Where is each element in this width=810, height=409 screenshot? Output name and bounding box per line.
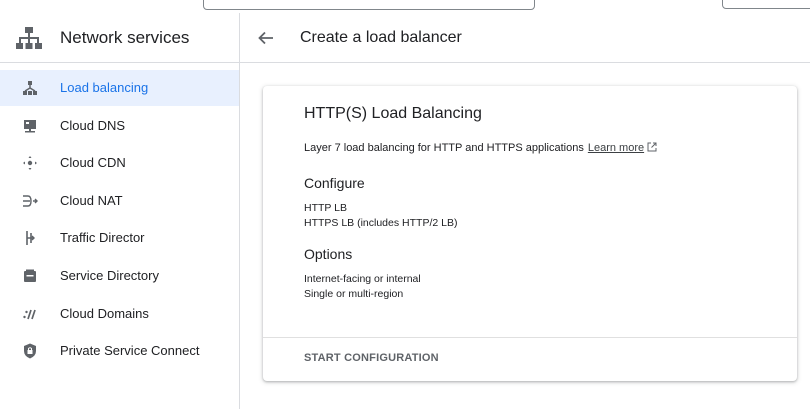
traffic-director-icon: [26, 231, 35, 246]
project-selector[interactable]: [722, 0, 810, 9]
search-input[interactable]: [203, 0, 535, 10]
cloud-cdn-icon: [23, 156, 37, 171]
cloud-dns-icon: [24, 119, 36, 133]
sidebar-item-label: Cloud DNS: [60, 117, 126, 133]
back-arrow-icon[interactable]: [257, 29, 275, 47]
sidebar-item-cloud-cdn[interactable]: Cloud CDN: [0, 145, 239, 181]
sidebar-nav: Load balancing Cloud DNS Cloud CDN Cloud…: [0, 70, 239, 371]
card-description: Layer 7 load balancing for HTTP and HTTP…: [304, 142, 584, 154]
sidebar-item-label: Service Directory: [60, 267, 159, 283]
sidebar-item-label: Cloud Domains: [60, 305, 149, 321]
load-balancing-icon: [23, 81, 37, 95]
options-item: Single or multi-region: [304, 288, 404, 300]
configure-item: HTTPS LB (includes HTTP/2 LB): [304, 217, 458, 229]
sidebar-title: Network services: [60, 28, 190, 47]
sidebar: Network services Load balancing Cloud DN…: [0, 13, 240, 409]
sidebar-item-cloud-nat[interactable]: Cloud NAT: [0, 183, 239, 219]
private-service-connect-icon: [24, 343, 36, 359]
configure-title: Configure: [304, 175, 365, 191]
configure-item: HTTP LB: [304, 202, 347, 214]
sidebar-item-traffic-director[interactable]: Traffic Director: [0, 220, 239, 256]
sidebar-header: Network services: [0, 13, 239, 63]
sidebar-item-cloud-dns[interactable]: Cloud DNS: [0, 108, 239, 144]
sidebar-item-load-balancing[interactable]: Load balancing: [0, 70, 239, 106]
cloud-domains-icon: [23, 309, 36, 319]
options-title: Options: [304, 246, 353, 262]
service-directory-icon: [24, 269, 36, 282]
external-link-icon: [647, 142, 657, 152]
sidebar-item-label: Load balancing: [60, 80, 149, 95]
sidebar-item-private-service-connect[interactable]: Private Service Connect: [0, 333, 239, 369]
sidebar-item-cloud-domains[interactable]: Cloud Domains: [0, 296, 239, 332]
sidebar-item-service-directory[interactable]: Service Directory: [0, 258, 239, 294]
options-item: Internet-facing or internal: [304, 273, 421, 285]
start-configuration-button[interactable]: START CONFIGURATION: [304, 352, 439, 364]
sidebar-item-label: Cloud NAT: [60, 192, 123, 208]
card-title: HTTP(S) Load Balancing: [304, 105, 482, 122]
sidebar-item-label: Private Service Connect: [60, 343, 200, 359]
page-title: Create a load balancer: [300, 29, 462, 46]
sidebar-item-label: Traffic Director: [60, 230, 145, 246]
learn-more-link[interactable]: Learn more: [588, 142, 644, 154]
http-load-balancing-card: HTTP(S) Load Balancing Layer 7 load bala…: [263, 86, 797, 381]
network-services-icon: [16, 27, 42, 49]
top-bar: [0, 0, 810, 12]
card-divider: [263, 337, 797, 338]
card-description-row: Layer 7 load balancing for HTTP and HTTP…: [304, 142, 657, 154]
cloud-nat-icon: [23, 195, 38, 207]
sidebar-item-label: Cloud CDN: [60, 155, 126, 171]
main-header: Create a load balancer: [240, 13, 810, 63]
